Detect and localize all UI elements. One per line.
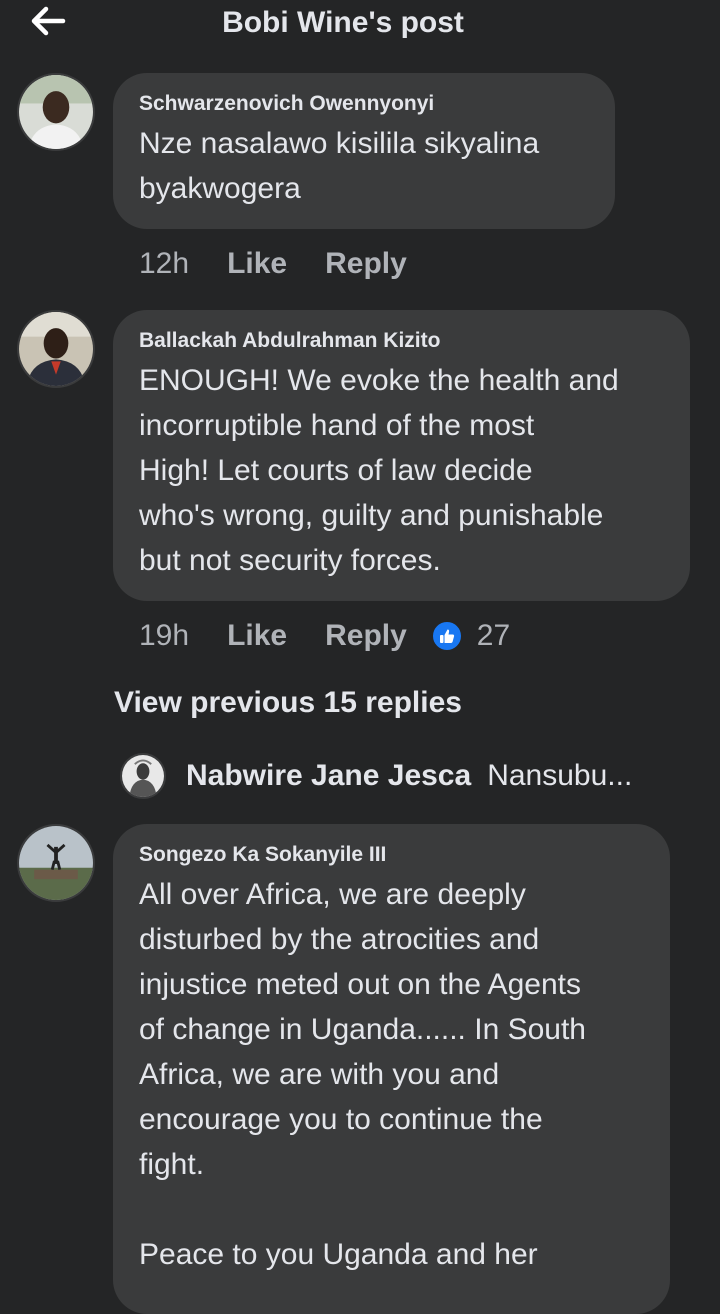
- avatar[interactable]: [17, 310, 95, 388]
- comment-bubble: Schwarzenovich Owennyonyi Nze nasalawo k…: [113, 73, 615, 229]
- view-previous-replies-link[interactable]: View previous 15 replies: [114, 686, 462, 720]
- comment-bubble: Ballackah Abdulrahman Kizito ENOUGH! We …: [113, 310, 690, 601]
- comment-text: Nze nasalawo kisilila sikyalina byakwoge…: [139, 127, 540, 205]
- comment-text: All over Africa, we are deeply disturbed…: [139, 878, 586, 1271]
- like-button[interactable]: Like: [227, 619, 287, 653]
- comment-author[interactable]: Songezo Ka Sokanyile III: [139, 842, 644, 868]
- comment-author[interactable]: Schwarzenovich Owennyonyi: [139, 91, 589, 117]
- reply-button[interactable]: Reply: [325, 619, 407, 653]
- like-button[interactable]: Like: [227, 247, 287, 281]
- comment-author[interactable]: Ballackah Abdulrahman Kizito: [139, 328, 664, 354]
- reply-snippet: Nansubu...: [487, 759, 633, 792]
- comment-actions: 12h Like Reply: [139, 244, 407, 284]
- reply-preview[interactable]: Nabwire Jane Jesca Nansubu...: [120, 752, 632, 800]
- reply-button[interactable]: Reply: [325, 247, 407, 281]
- comment-time: 12h: [139, 247, 190, 280]
- avatar[interactable]: [17, 824, 95, 902]
- comment-time: 19h: [139, 619, 190, 652]
- comment-actions: 19h Like Reply 27: [139, 616, 510, 656]
- comment-text: ENOUGH! We evoke the health and incorrup…: [139, 364, 619, 577]
- avatar[interactable]: [120, 753, 166, 799]
- comment-bubble: Songezo Ka Sokanyile III All over Africa…: [113, 824, 670, 1314]
- reaction-count[interactable]: 27: [477, 619, 510, 653]
- reply-author[interactable]: Nabwire Jane Jesca: [186, 759, 471, 793]
- top-bar: Bobi Wine's post: [0, 0, 720, 54]
- page-title: Bobi Wine's post: [222, 6, 464, 39]
- thumbs-up-icon[interactable]: [430, 620, 463, 652]
- avatar[interactable]: [17, 73, 95, 151]
